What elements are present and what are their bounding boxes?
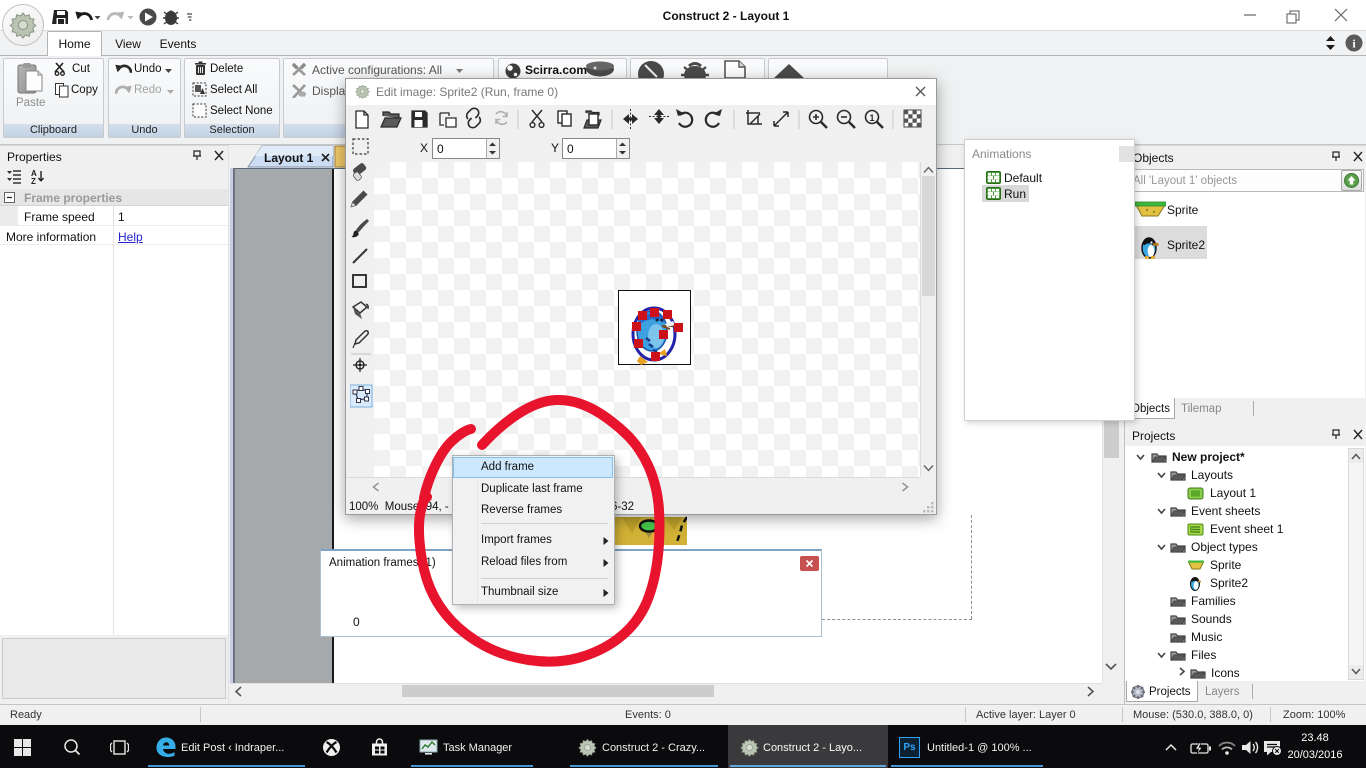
svg-text:1: 1 — [869, 113, 874, 123]
svg-text:Z: Z — [31, 177, 36, 185]
